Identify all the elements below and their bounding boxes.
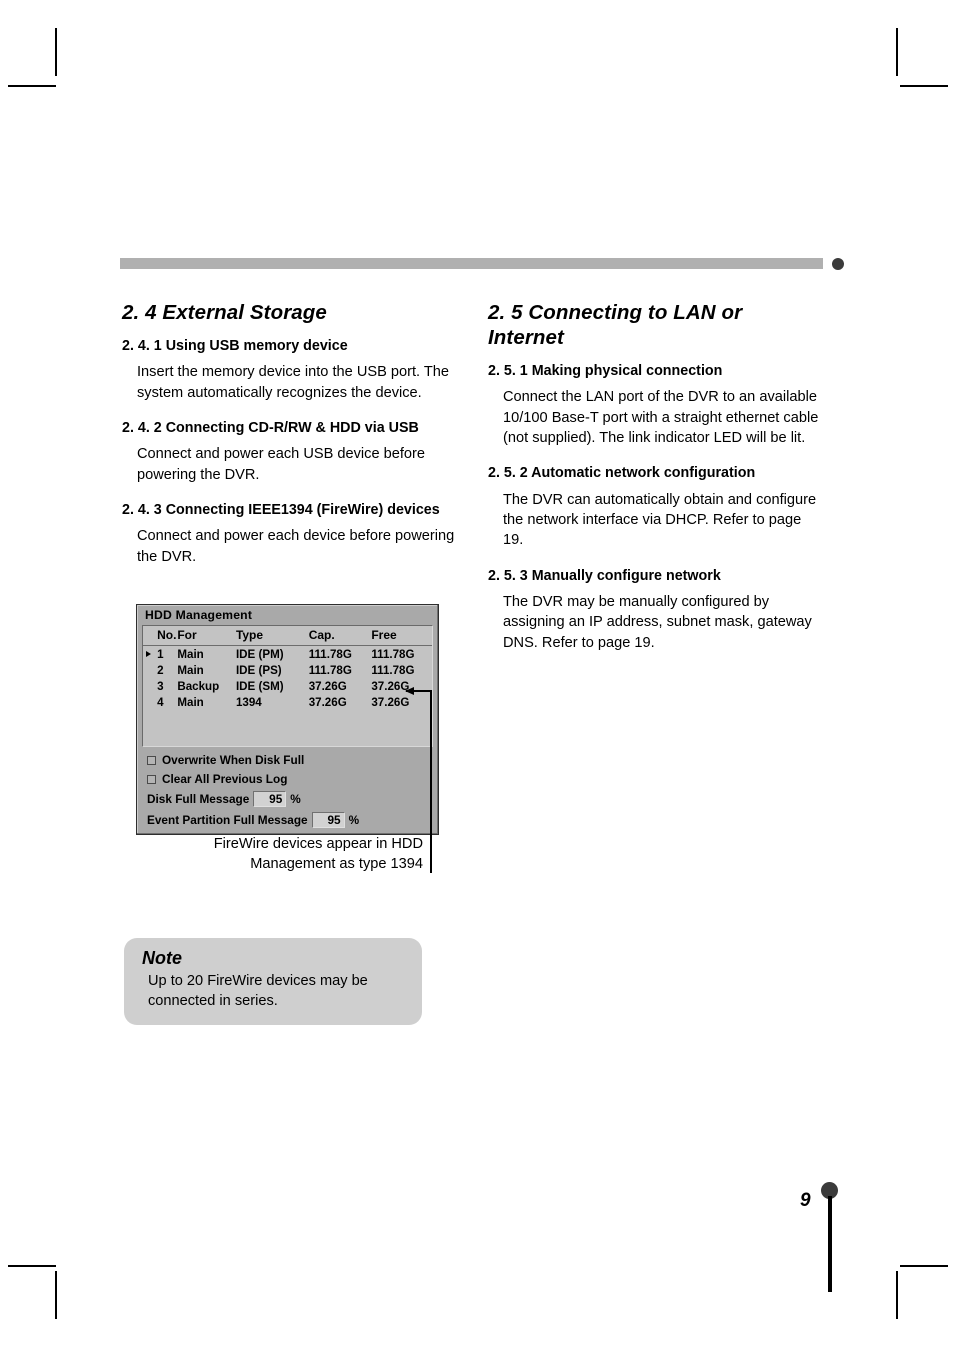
cell-cap: 111.78G <box>308 647 352 661</box>
crop-mark-top-left-horizontal <box>8 85 56 87</box>
crop-mark-top-left-vertical <box>55 28 57 76</box>
disk-full-unit: % <box>290 792 301 806</box>
section-body-2-4-3: Connect and power each device before pow… <box>137 528 455 565</box>
crop-mark-bottom-right-vertical <box>896 1271 898 1319</box>
table-header-cap: Cap. <box>308 628 335 642</box>
selection-triangle-icon <box>146 651 151 658</box>
crop-mark-top-right-vertical <box>896 28 898 76</box>
cell-for: Main <box>177 663 204 677</box>
cell-free: 111.78G <box>371 663 415 677</box>
section-heading-2-5-2: 2. 5. 2 Automatic network configuration <box>488 465 756 482</box>
row-selected-marker <box>143 646 157 663</box>
hdd-list-panel[interactable]: No. For Type Cap. Free 1 Main IDE (PM) 1… <box>142 625 433 747</box>
table-row[interactable]: 1 Main IDE (PM) 111.78G 111.78G <box>143 646 432 663</box>
table-row[interactable]: 2 Main IDE (PS) 111.78G 111.78G <box>143 662 432 678</box>
crop-mark-top-right-horizontal <box>900 85 948 87</box>
note-box: Note Up to 20 FireWire devices may be co… <box>124 938 422 1026</box>
checkbox-icon[interactable] <box>147 755 156 765</box>
cell-for: Backup <box>177 679 220 693</box>
cell-free: 111.78G <box>371 647 415 661</box>
cell-type: IDE (SM) <box>235 679 284 693</box>
page-title: 2. 4 External Storage <box>122 301 327 324</box>
event-partition-label: Event Partition Full Message <box>147 813 308 827</box>
cell-for: Main <box>177 647 204 661</box>
dialog-title: HDD Management <box>145 608 253 622</box>
crop-mark-bottom-left-vertical <box>55 1271 57 1319</box>
checkbox-icon[interactable] <box>147 774 156 784</box>
right-column: 2. 5 Connecting to LAN or Internet 2. 5.… <box>488 300 823 657</box>
hdd-table-body: 1 Main IDE (PM) 111.78G 111.78G 2 Main I… <box>143 646 432 711</box>
note-body: Up to 20 FireWire devices may be connect… <box>148 973 368 1010</box>
disk-full-input[interactable]: 95 <box>253 791 287 807</box>
section-heading-2-4-2: 2. 4. 2 Connecting CD-R/RW & HDD via USB <box>122 420 419 436</box>
row-selected-marker <box>143 662 157 678</box>
event-partition-full-message-option: Event Partition Full Message 95 % <box>147 812 438 828</box>
row-selected-marker <box>143 678 157 694</box>
note-title: Note <box>142 948 182 968</box>
crop-mark-bottom-right-horizontal <box>900 1265 948 1267</box>
section-heading-2-4-3: 2. 4. 3 Connecting IEEE1394 (FireWire) d… <box>122 502 440 518</box>
cell-no: 3 <box>157 679 164 693</box>
section-heading-2-4-1: 2. 4. 1 Using USB memory device <box>122 338 348 354</box>
table-row[interactable]: 3 Backup IDE (SM) 37.26G 37.26G <box>143 678 432 694</box>
disk-full-label: Disk Full Message <box>147 792 250 806</box>
table-row[interactable]: 4 Main 1394 37.26G 37.26G <box>143 694 432 710</box>
table-header-type: Type <box>235 628 264 642</box>
header-dot-icon <box>832 258 844 270</box>
section-heading-2-5-3: 2. 5. 3 Manually configure network <box>488 567 721 584</box>
left-column: 2. 4 External Storage 2. 4. 1 Using USB … <box>122 300 467 571</box>
cell-no: 1 <box>157 647 164 661</box>
clear-all-previous-log-option[interactable]: Clear All Previous Log <box>147 772 438 786</box>
event-partition-input[interactable]: 95 <box>311 812 345 828</box>
cell-no: 2 <box>157 663 164 677</box>
cell-type: IDE (PM) <box>235 647 284 661</box>
row-selected-marker <box>143 694 157 710</box>
hdd-management-dialog: HDD Management No. For Type Cap. Free 1 … <box>136 604 439 835</box>
section-body-2-4-2: Connect and power each USB device before… <box>137 446 425 483</box>
cell-cap: 37.26G <box>308 679 347 693</box>
section-heading-2-5-1: 2. 5. 1 Making physical connection <box>488 363 723 379</box>
overwrite-label: Overwrite When Disk Full <box>162 753 305 767</box>
cell-cap: 37.26G <box>308 695 347 709</box>
cell-type: 1394 <box>235 695 262 709</box>
table-header-no: No. <box>157 628 177 642</box>
clear-log-label: Clear All Previous Log <box>162 772 288 786</box>
section-heading-2-5: 2. 5 Connecting to LAN or Internet <box>488 301 743 349</box>
cell-type: IDE (PS) <box>235 663 282 677</box>
footer-rule <box>828 1196 832 1292</box>
section-body-2-4-1: Insert the memory device into the USB po… <box>137 364 450 401</box>
callout-arrow-icon <box>405 686 432 695</box>
figure-caption: FireWire devices appear in HDD Managemen… <box>213 836 423 873</box>
section-body-2-5-1: Connect the LAN port of the DVR to an av… <box>503 389 819 446</box>
cell-cap: 111.78G <box>308 663 352 677</box>
hdd-table: No. For Type Cap. Free 1 Main IDE (PM) 1… <box>143 626 432 710</box>
overwrite-when-disk-full-option[interactable]: Overwrite When Disk Full <box>147 753 438 767</box>
table-header-marker <box>143 626 157 646</box>
table-header-free: Free <box>371 628 397 642</box>
section-body-2-5-3: The DVR may be manually configured by as… <box>503 594 812 651</box>
hdd-options: Overwrite When Disk Full Clear All Previ… <box>137 747 438 834</box>
cell-no: 4 <box>157 695 164 709</box>
crop-mark-bottom-left-horizontal <box>8 1265 56 1267</box>
disk-full-message-option: Disk Full Message 95 % <box>147 791 438 807</box>
table-header-row: No. For Type Cap. Free <box>143 626 432 646</box>
cell-for: Main <box>177 695 204 709</box>
header-rule <box>120 258 823 269</box>
cell-free: 37.26G <box>371 695 410 709</box>
section-body-2-5-2: The DVR can automatically obtain and con… <box>503 491 817 549</box>
page-number: 9 <box>800 1190 811 1211</box>
event-partition-unit: % <box>348 813 360 827</box>
table-header-for: For <box>177 628 197 642</box>
